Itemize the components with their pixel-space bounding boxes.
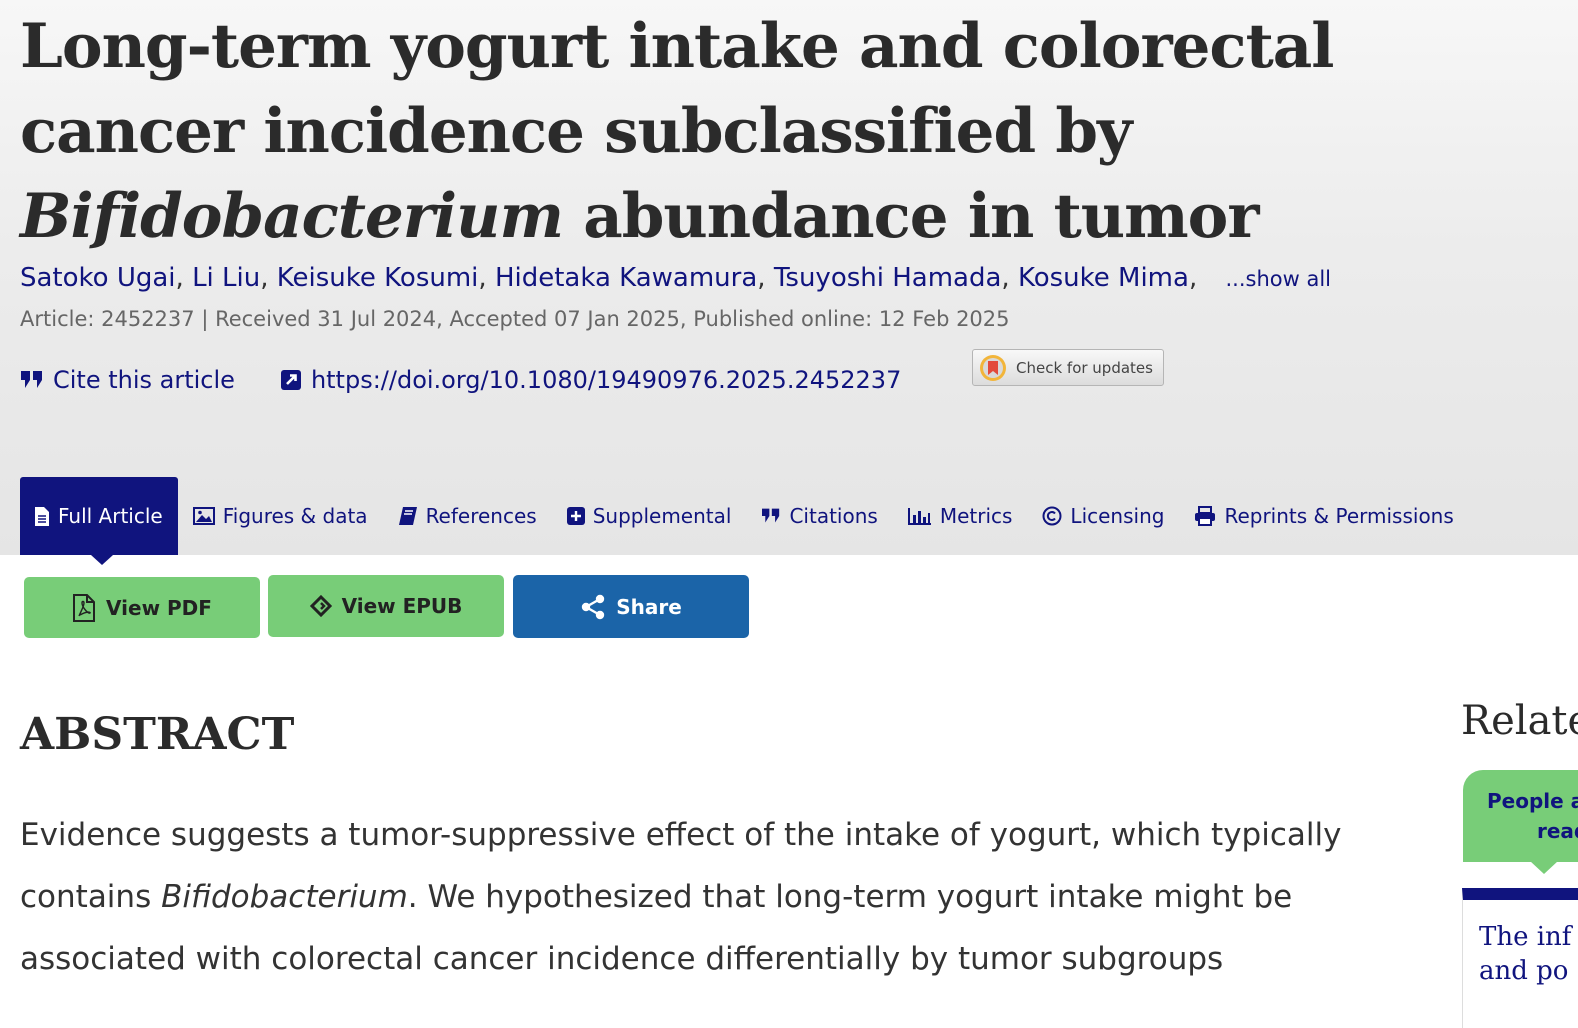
pdf-file-icon	[73, 593, 96, 622]
article-header: Long-term yogurt intake and colorectal c…	[0, 0, 1578, 565]
tab-licensing[interactable]: Licensing	[1027, 477, 1179, 555]
crossmark-icon	[980, 354, 1006, 381]
show-all-authors-link[interactable]: ...show all	[1225, 267, 1331, 291]
tab-citations[interactable]: Citations	[746, 477, 892, 555]
author-link[interactable]: Satoko Ugai	[20, 263, 176, 293]
article-title: Long-term yogurt intake and colorectal c…	[20, 11, 1334, 252]
abstract-heading: ABSTRACT	[20, 709, 295, 760]
cite-row: Cite this article https://doi.org/10.108…	[20, 360, 901, 400]
quote-icon	[21, 371, 42, 388]
bar-chart-icon	[907, 508, 931, 525]
view-epub-button[interactable]: View EPUB	[268, 575, 504, 637]
author-link[interactable]: Tsuyoshi Hamada	[774, 263, 1002, 293]
related-article-card[interactable]: The inf and po	[1462, 888, 1578, 1028]
article-meta: Article: 2452237 | Received 31 Jul 2024,…	[20, 307, 1010, 331]
tab-metrics[interactable]: Metrics	[893, 477, 1028, 555]
doi-link[interactable]: https://doi.org/10.1080/19490976.2025.24…	[280, 366, 901, 394]
epub-icon	[309, 595, 332, 617]
tab-references[interactable]: References	[383, 477, 552, 555]
author-link[interactable]: Li Liu	[192, 263, 260, 293]
author-link[interactable]: Hidetaka Kawamura	[495, 263, 757, 293]
image-icon	[192, 507, 215, 525]
article-title-italic: Bifidobacterium	[20, 181, 564, 252]
quote-icon	[762, 508, 780, 523]
author-link[interactable]: Kosuke Mima	[1018, 263, 1189, 293]
author-list: Satoko Ugai, Li Liu, Keisuke Kosumi, Hid…	[20, 263, 1331, 293]
tab-figures-data[interactable]: Figures & data	[178, 477, 383, 555]
plus-square-icon	[566, 507, 585, 525]
cite-this-article-link[interactable]: Cite this article	[20, 366, 235, 394]
view-pdf-button[interactable]: View PDF	[24, 577, 260, 638]
copyright-icon	[1042, 506, 1062, 526]
tab-pointer	[1530, 861, 1558, 874]
printer-icon	[1195, 506, 1216, 526]
check-for-updates-button[interactable]: Check for updates	[972, 349, 1164, 386]
document-icon	[35, 506, 49, 526]
article-tabs: Full Article Figures & data References S…	[20, 477, 1469, 565]
related-heading: Relate	[1461, 698, 1578, 744]
external-link-icon	[280, 370, 301, 390]
abstract-text: Evidence suggests a tumor-suppressive ef…	[20, 817, 1342, 977]
tab-reprints-permissions[interactable]: Reprints & Permissions	[1179, 477, 1468, 555]
book-icon	[398, 507, 417, 525]
author-link[interactable]: Keisuke Kosumi	[277, 263, 479, 293]
share-icon	[582, 594, 605, 619]
tab-full-article[interactable]: Full Article	[20, 477, 178, 565]
people-also-read-tab[interactable]: People a read	[1463, 770, 1578, 862]
tab-supplemental[interactable]: Supplemental	[552, 477, 747, 555]
share-button[interactable]: Share	[513, 575, 749, 638]
